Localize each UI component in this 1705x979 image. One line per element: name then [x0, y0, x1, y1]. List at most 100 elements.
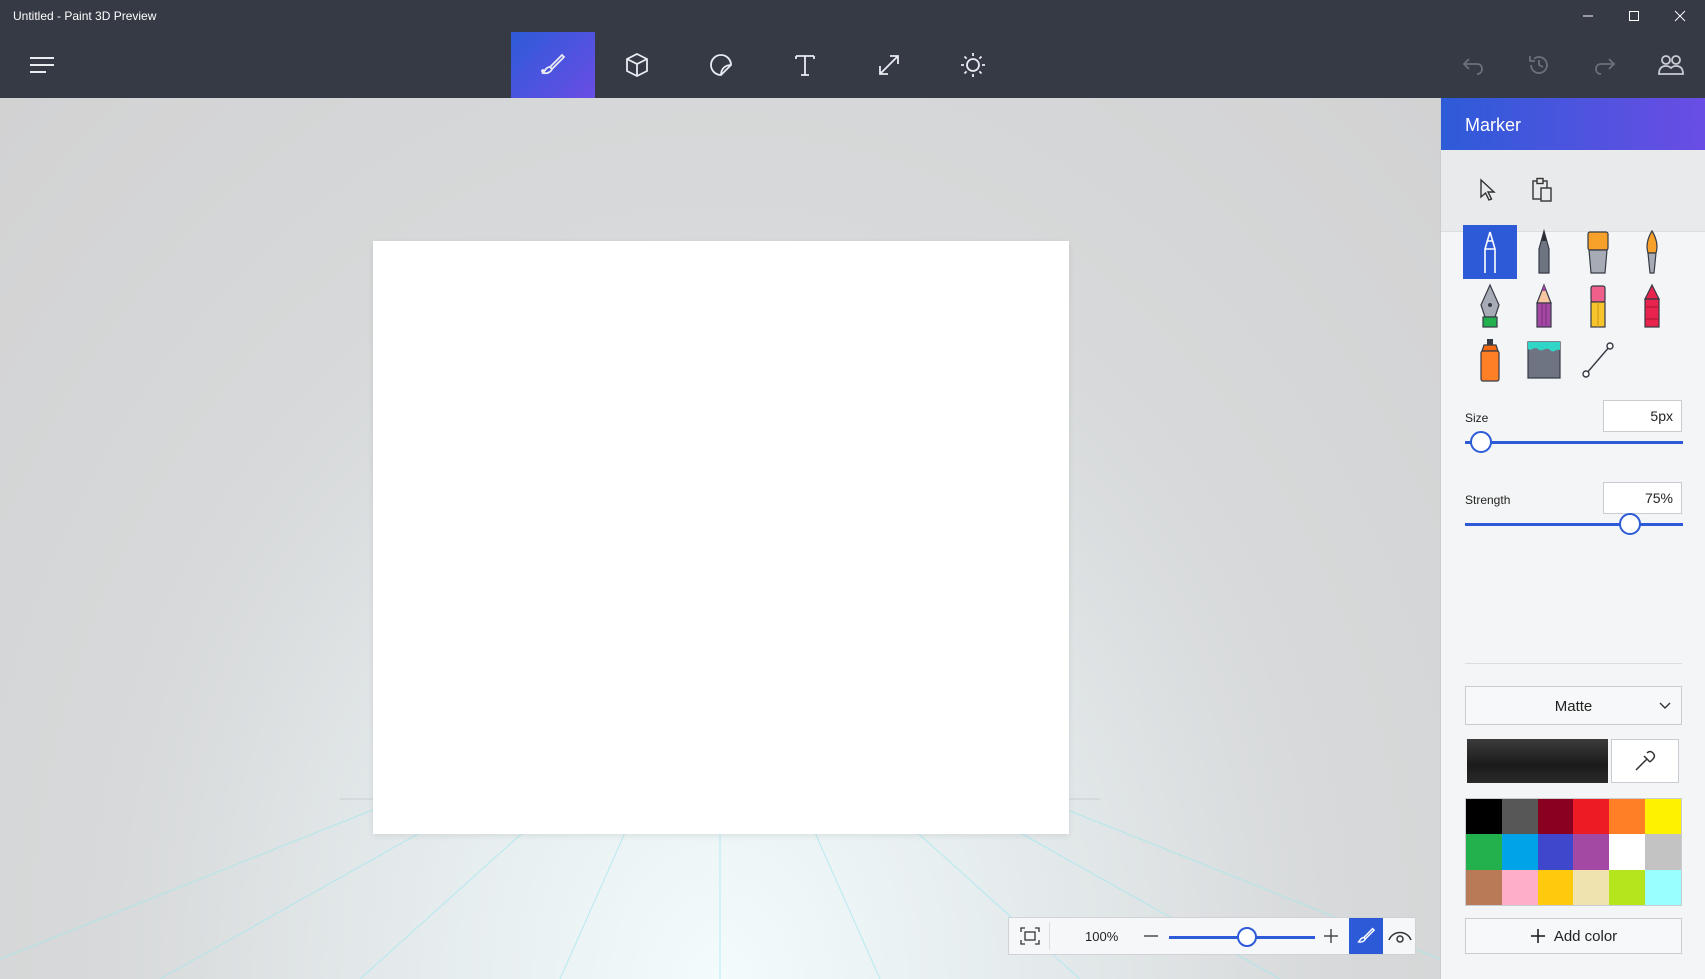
color-swatch[interactable] [1645, 799, 1681, 835]
pixel-pen-icon [1480, 283, 1500, 328]
chevron-down-icon [1659, 702, 1671, 709]
paste-button[interactable] [1522, 170, 1562, 210]
spray-can-icon [1480, 339, 1500, 382]
drawing-canvas[interactable] [373, 241, 1069, 834]
brush-spray-can[interactable] [1463, 333, 1517, 387]
color-swatch[interactable] [1501, 799, 1538, 835]
window-title: Untitled - Paint 3D Preview [13, 9, 157, 23]
tab-stickers[interactable] [679, 32, 763, 98]
color-swatch[interactable] [1466, 869, 1502, 905]
minus-icon [1144, 935, 1158, 937]
brush-line-tool[interactable] [1571, 333, 1625, 387]
color-swatch[interactable] [1466, 834, 1502, 870]
community-button[interactable] [1651, 45, 1691, 85]
marker-icon [1484, 231, 1496, 273]
brush-marker[interactable] [1463, 225, 1517, 279]
brush-fill[interactable] [1517, 333, 1571, 387]
size-slider-thumb[interactable] [1470, 431, 1492, 453]
color-swatch[interactable] [1573, 869, 1610, 905]
add-color-button[interactable]: Add color [1465, 918, 1682, 954]
close-icon [1674, 10, 1686, 22]
title-bar: Untitled - Paint 3D Preview [0, 0, 1705, 32]
select-icon [1480, 178, 1496, 201]
view-mode-button[interactable] [1383, 918, 1416, 954]
color-swatch[interactable] [1537, 834, 1574, 870]
panel-header: Marker [1441, 98, 1705, 150]
color-swatch[interactable] [1573, 834, 1610, 870]
finish-dropdown[interactable]: Matte [1465, 686, 1682, 725]
maximize-icon [1629, 11, 1639, 21]
brush-pencil[interactable] [1517, 279, 1571, 333]
brush-icon [1357, 927, 1376, 943]
zoom-out-button[interactable] [1141, 926, 1161, 946]
minimize-icon [1583, 15, 1593, 17]
redo-button[interactable] [1585, 45, 1625, 85]
close-button[interactable] [1657, 0, 1703, 32]
fit-to-window-button[interactable] [1017, 924, 1043, 948]
eraser-icon [1590, 285, 1606, 328]
zoom-percentage: 100% [1085, 929, 1119, 944]
size-input[interactable]: 5px [1603, 400, 1682, 432]
line-tool-icon [1582, 342, 1614, 378]
color-swatch[interactable] [1466, 799, 1502, 835]
strength-input[interactable]: 75% [1603, 482, 1682, 514]
panel-title: Marker [1465, 115, 1522, 135]
sun-icon [961, 53, 985, 77]
text-icon [795, 55, 815, 76]
minimize-button[interactable] [1565, 0, 1611, 32]
brush-pixel-pen[interactable] [1463, 279, 1517, 333]
plus-icon [1324, 929, 1338, 943]
color-palette [1465, 798, 1682, 906]
color-swatch[interactable] [1537, 799, 1574, 835]
brush-oil[interactable] [1571, 225, 1625, 279]
panel-actions [1441, 150, 1705, 232]
paint3d-window: Untitled - Paint 3D Preview 100% Marker … [0, 0, 1705, 979]
maximize-button[interactable] [1611, 0, 1657, 32]
tab-text[interactable] [763, 32, 847, 98]
sticker-icon [710, 54, 732, 76]
color-swatch[interactable] [1501, 869, 1538, 905]
paint-view-button[interactable] [1349, 918, 1383, 954]
brush-eraser[interactable] [1571, 279, 1625, 333]
color-swatch[interactable] [1501, 834, 1538, 870]
zoom-bar: 100% [1008, 917, 1416, 955]
community-icon [1658, 55, 1684, 75]
brush-calligraphy-pen[interactable] [1517, 225, 1571, 279]
brush-watercolor[interactable] [1625, 225, 1679, 279]
eyedropper-icon [1635, 750, 1656, 771]
tab-art-tools[interactable] [511, 32, 595, 98]
strength-slider-track[interactable] [1465, 523, 1683, 526]
pencil-icon [1536, 283, 1552, 328]
color-swatch[interactable] [1645, 869, 1681, 905]
add-color-label: Add color [1553, 927, 1618, 945]
strength-label: Strength [1465, 493, 1511, 507]
color-swatch[interactable] [1609, 834, 1646, 870]
eyedropper-button[interactable] [1611, 739, 1679, 783]
color-swatch[interactable] [1609, 869, 1646, 905]
color-swatch[interactable] [1573, 799, 1610, 835]
strength-slider-thumb[interactable] [1619, 513, 1641, 535]
history-button[interactable] [1519, 45, 1559, 85]
select-button[interactable] [1468, 170, 1508, 210]
fill-bucket-icon [1527, 341, 1561, 379]
color-swatch[interactable] [1537, 869, 1574, 905]
zoom-in-button[interactable] [1321, 926, 1341, 946]
cube-icon [626, 52, 648, 78]
size-slider-track[interactable] [1465, 441, 1683, 444]
color-swatch[interactable] [1609, 799, 1646, 835]
menu-button[interactable] [22, 50, 62, 80]
redo-icon [1595, 58, 1616, 75]
tab-canvas[interactable] [847, 32, 931, 98]
calligraphy-pen-icon [1538, 229, 1550, 274]
side-panel: Marker Size 5px Strength 75% Matte Add c… [1440, 98, 1705, 979]
color-swatch[interactable] [1645, 834, 1681, 870]
current-color-swatch[interactable] [1467, 739, 1608, 783]
undo-button[interactable] [1453, 45, 1493, 85]
brush-crayon[interactable] [1625, 279, 1679, 333]
tab-effects[interactable] [931, 32, 1015, 98]
history-icon [1529, 56, 1548, 74]
main-toolbar [0, 32, 1705, 98]
zoom-slider-thumb[interactable] [1237, 927, 1257, 947]
workspace: 100% [0, 98, 1440, 979]
tab-3d-objects[interactable] [595, 32, 679, 98]
